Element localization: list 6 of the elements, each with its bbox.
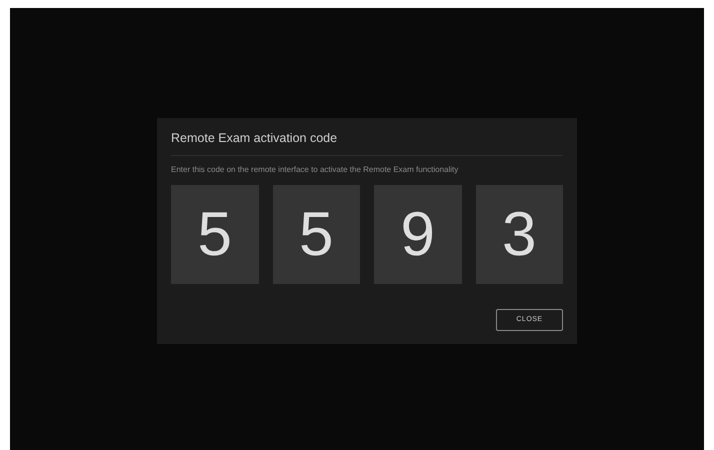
code-digit: 3 xyxy=(476,185,563,284)
code-digit: 9 xyxy=(374,185,462,284)
dialog-title: Remote Exam activation code xyxy=(171,130,563,156)
code-digit: 5 xyxy=(171,185,258,284)
dialog-description: Enter this code on the remote interface to activate the Remote Exam functionality xyxy=(171,164,460,176)
code-digit: 5 xyxy=(272,185,360,284)
